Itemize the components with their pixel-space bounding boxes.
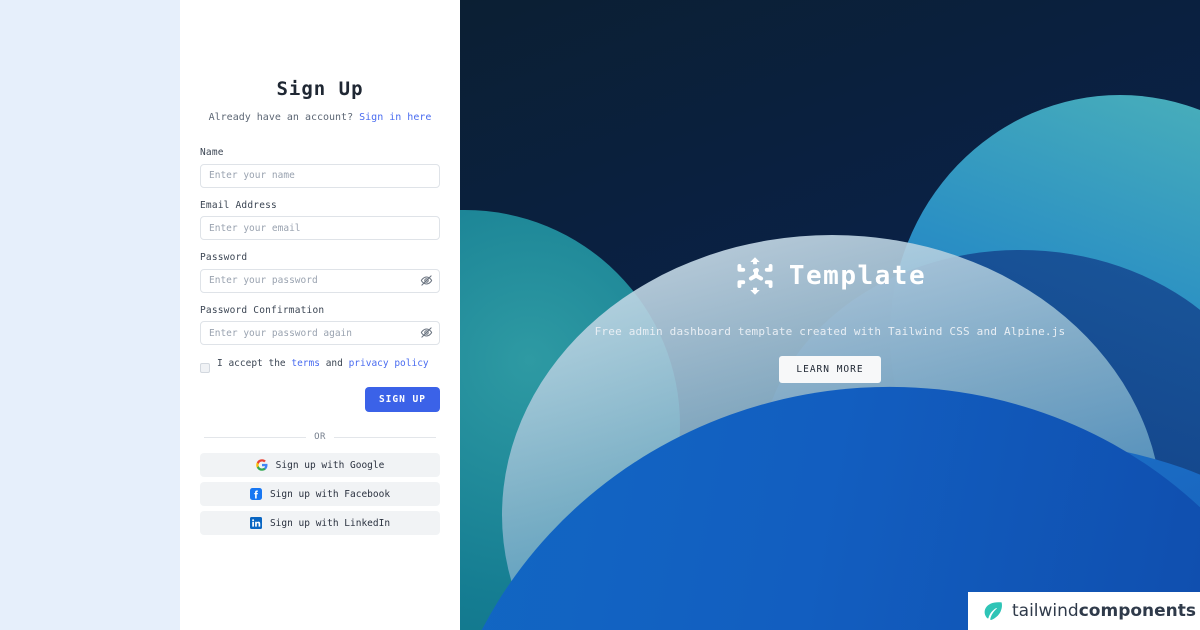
password-input[interactable] — [200, 268, 440, 293]
field-password-confirmation: Password Confirmation — [200, 304, 440, 345]
divider-label: OR — [314, 432, 326, 442]
hero-content: Template Free admin dashboard template c… — [460, 255, 1200, 383]
page-left-gutter — [0, 0, 180, 630]
watermark-text-light: tailwind — [1012, 601, 1079, 621]
sign-up-with-linkedin-button[interactable]: Sign up with LinkedIn — [200, 511, 440, 535]
divider-line-left — [204, 436, 307, 438]
facebook-icon — [249, 488, 262, 500]
watermark-text-bold: components — [1078, 601, 1197, 621]
field-email: Email Address — [200, 199, 440, 240]
google-icon — [255, 459, 268, 471]
brand-row: Template — [734, 255, 926, 297]
sign-up-with-google-button[interactable]: Sign up with Google — [200, 453, 440, 477]
sign-in-here-link[interactable]: Sign in here — [359, 112, 431, 123]
input-wrap-name — [200, 163, 440, 188]
field-label-email: Email Address — [200, 199, 277, 211]
signin-prompt: Already have an account? Sign in here — [200, 112, 440, 123]
sign-up-with-facebook-button[interactable]: Sign up with Facebook — [200, 482, 440, 506]
input-wrap-password-confirmation — [200, 321, 440, 345]
privacy-policy-link[interactable]: privacy policy — [349, 358, 429, 369]
linkedin-icon — [249, 517, 262, 529]
linkedin-button-label: Sign up with LinkedIn — [269, 517, 391, 529]
learn-more-button[interactable]: LEARN MORE — [779, 356, 881, 383]
signin-prompt-text: Already have an account? — [208, 112, 354, 123]
password-visibility-toggle[interactable] — [419, 273, 433, 287]
field-label-password: Password — [200, 252, 248, 263]
eye-off-icon — [420, 275, 432, 286]
cube-template-logo-icon — [737, 257, 773, 295]
google-button-label: Sign up with Google — [275, 459, 385, 471]
watermark-text: tailwindcomponents — [1012, 601, 1196, 621]
or-divider: OR — [200, 432, 440, 442]
page-title: Sign Up — [276, 78, 364, 100]
field-label-password-confirmation: Password Confirmation — [200, 304, 325, 316]
field-password: Password — [200, 252, 440, 293]
name-input[interactable] — [200, 163, 440, 188]
terms-prefix: I accept the — [217, 358, 292, 369]
facebook-button-label: Sign up with Facebook — [269, 488, 391, 500]
hero-tagline: Free admin dashboard template created wi… — [594, 325, 1066, 338]
input-wrap-email — [200, 216, 440, 240]
field-label-name: Name — [200, 147, 224, 158]
terms-acceptance-row: I accept the terms and privacy policy — [200, 357, 440, 373]
tailwind-leaf-icon — [984, 602, 1002, 620]
email-input[interactable] — [200, 216, 440, 240]
hero-panel: Template Free admin dashboard template c… — [460, 0, 1200, 630]
signup-form-panel: Sign Up Already have an account? Sign in… — [180, 0, 460, 630]
terms-middle: and — [319, 358, 349, 369]
divider-line-right — [333, 436, 436, 438]
tailwind-components-watermark: tailwindcomponents — [968, 592, 1200, 630]
submit-row: SIGN UP — [200, 387, 440, 412]
eye-off-icon — [420, 327, 432, 338]
password-confirmation-input[interactable] — [200, 321, 440, 345]
signup-form-inner: Sign Up Already have an account? Sign in… — [200, 0, 440, 540]
terms-link[interactable]: terms — [291, 358, 320, 369]
password-confirmation-visibility-toggle[interactable] — [419, 326, 433, 340]
brand-name: Template — [788, 261, 927, 291]
terms-checkbox[interactable] — [200, 363, 210, 373]
sign-up-button[interactable]: SIGN UP — [364, 387, 440, 412]
field-name: Name — [200, 147, 440, 188]
signup-page: Sign Up Already have an account? Sign in… — [0, 0, 1200, 630]
input-wrap-password — [200, 268, 440, 293]
terms-text: I accept the terms and privacy policy — [217, 357, 429, 371]
